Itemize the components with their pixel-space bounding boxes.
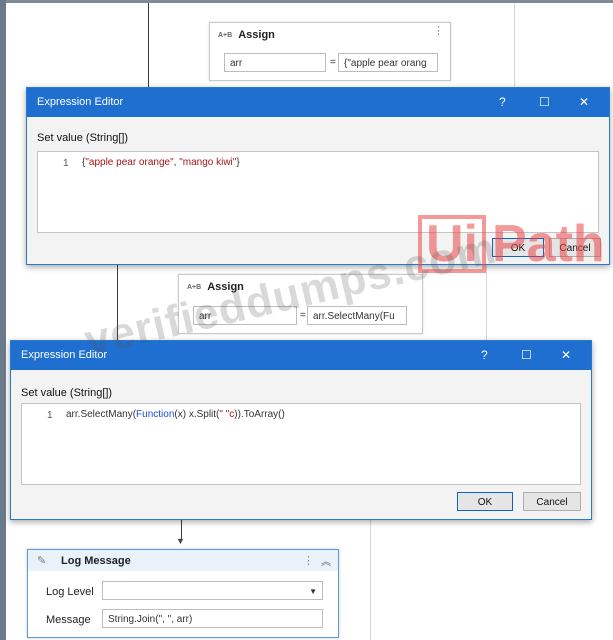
maximize-icon[interactable]: ☐ [539,95,550,109]
code-keyword: Function [136,409,175,420]
more-options-icon[interactable]: ⋮ [433,26,444,37]
cancel-button[interactable]: Cancel [523,492,581,511]
window-top-frame [0,0,613,3]
collapse-icon[interactable]: ︽ [321,553,331,568]
assign-activity-top[interactable]: A+B Assign ⋮ arr = {"apple pear orang [209,22,451,81]
uipath-logo-path: Path [492,215,605,273]
log-message-header: ✎ Log Message ⋮ ︽ [28,550,338,571]
set-value-label: Set value (String[]) [21,387,113,399]
expression-code: {"apple pear orange", "mango kiwi"} [82,157,240,168]
code-brace-close: } [236,157,240,168]
connector-arrow-icon: ▼ [176,536,185,546]
code-string-literal: " "c [219,409,235,420]
help-icon[interactable]: ? [499,95,506,109]
log-level-label: Log Level [46,586,94,598]
code-text: arr.SelectMany( [66,409,137,420]
expression-code: arr.SelectMany(Function(x) x.Split(" "c)… [66,409,285,420]
code-text: )).ToArray() [234,409,285,420]
close-icon[interactable]: ✕ [561,348,571,362]
code-string-literal: "apple pear orange" [85,157,174,168]
more-options-icon[interactable]: ⋮ [303,554,314,567]
close-icon[interactable]: ✕ [579,95,589,109]
help-icon[interactable]: ? [481,348,488,362]
message-field[interactable]: String.Join(", ", arr) [102,609,323,628]
code-text: (x) x.Split( [174,409,220,420]
window-left-frame [0,0,6,640]
assign-header: A+B Assign [218,29,275,41]
maximize-icon[interactable]: ☐ [521,348,532,362]
log-message-icon: ✎ [37,555,47,567]
equals-sign: = [330,57,336,68]
dialog-title: Expression Editor [37,96,124,108]
log-message-activity[interactable]: ✎ Log Message ⋮ ︽ Log Level ▼ Message St… [27,549,339,638]
ok-button[interactable]: OK [457,492,513,511]
log-message-title: Log Message [61,555,131,567]
assign-value-field[interactable]: {"apple pear orang [338,53,438,72]
line-number: 1 [47,410,53,421]
workflow-connector-line [148,3,149,93]
expression-input[interactable]: 1 arr.SelectMany(Function(x) x.Split(" "… [21,403,581,485]
code-string-literal: "mango kiwi" [179,157,237,168]
assign-title: Assign [238,29,275,41]
log-level-select[interactable]: ▼ [102,581,323,600]
workflow-guide-line [370,520,371,640]
expression-editor-dialog-2: Expression Editor ? ☐ ✕ Set value (Strin… [10,340,592,520]
line-number: 1 [63,158,69,169]
workflow-guide-line [514,3,515,93]
set-value-label: Set value (String[]) [37,132,129,144]
dialog-titlebar[interactable]: Expression Editor ? ☐ ✕ [27,88,609,117]
dropdown-arrow-icon[interactable]: ▼ [309,582,317,599]
assign-to-field[interactable]: arr [224,53,326,72]
message-label: Message [46,614,91,626]
assign-icon: A+B [218,31,233,39]
